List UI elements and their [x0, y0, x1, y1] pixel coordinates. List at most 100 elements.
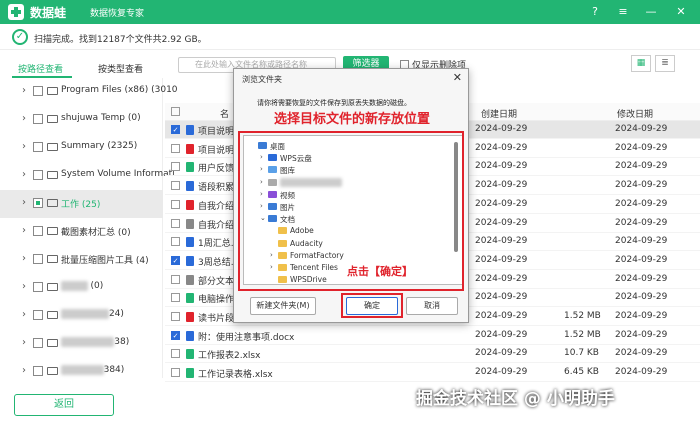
- file-size: 10.7 KB: [564, 348, 599, 359]
- row-checkbox[interactable]: [171, 181, 180, 191]
- tab-by-type[interactable]: 按类型查看: [98, 62, 143, 75]
- chevron-right-icon[interactable]: ›: [22, 365, 26, 376]
- chevron-right-icon[interactable]: ›: [22, 169, 26, 180]
- row-checkbox[interactable]: [171, 237, 180, 247]
- annotation-click-ok: 点击【确定】: [347, 265, 413, 278]
- column-header-name[interactable]: 名: [220, 107, 229, 120]
- sidebar-checkbox[interactable]: [33, 310, 43, 320]
- file-modified-date: 2024-09-29: [615, 254, 668, 265]
- tab-by-path[interactable]: 按路径查看: [18, 62, 63, 75]
- sidebar-checkbox[interactable]: [33, 114, 43, 124]
- sidebar-item-label: 截图素材汇总 (0): [61, 228, 131, 238]
- file-size: 1.52 MB: [564, 329, 601, 340]
- folder-icon: [47, 311, 58, 319]
- chevron-right-icon[interactable]: ›: [22, 253, 26, 264]
- chevron-right-icon[interactable]: ›: [22, 337, 26, 348]
- row-checkbox[interactable]: [171, 162, 180, 172]
- sidebar-item[interactable]: › Summary (2325): [0, 134, 163, 162]
- menu-icon[interactable]: ≡: [614, 3, 632, 21]
- file-modified-date: 2024-09-29: [615, 161, 668, 172]
- sidebar-checkbox[interactable]: [33, 86, 43, 96]
- grid-view-icon[interactable]: ▦: [631, 55, 651, 72]
- row-checkbox[interactable]: [171, 293, 180, 303]
- row-checkbox[interactable]: [171, 368, 180, 378]
- sidebar-item-label: xxxxx (0): [61, 281, 103, 291]
- dialog-close-icon[interactable]: ✕: [453, 71, 462, 84]
- column-header-created[interactable]: 创建日期: [481, 107, 517, 120]
- sidebar-checkbox[interactable]: [33, 254, 43, 264]
- table-row[interactable]: 工作记录表格.xlsx 6.45 KB 2024-09-29 2024-09-29: [165, 364, 700, 383]
- redacted-text: xxxxxxxxxx: [61, 337, 115, 347]
- sidebar-item[interactable]: › xxxxxxxxx24): [0, 302, 163, 330]
- file-created-date: 2024-09-29: [475, 142, 528, 153]
- sidebar-item[interactable]: › xxxxxxxx384): [0, 358, 163, 386]
- sidebar-item[interactable]: › Program Files (x86) (3010: [0, 78, 178, 106]
- file-created-date: 2024-09-29: [475, 217, 528, 228]
- file-icon: [186, 125, 194, 135]
- sidebar-item-label: xxxxxxxx384): [61, 365, 124, 375]
- column-header-modified[interactable]: 修改日期: [617, 107, 653, 120]
- scan-status-bar: ✓ 扫描完成。找到12187个文件共2.92 GB。: [0, 24, 700, 50]
- redacted-text: xxxxx: [61, 281, 88, 291]
- chevron-right-icon[interactable]: ›: [22, 113, 26, 124]
- chevron-right-icon[interactable]: ›: [22, 225, 26, 236]
- cancel-button[interactable]: 取消: [406, 297, 458, 315]
- close-button[interactable]: ✕: [672, 3, 690, 21]
- sidebar-item-label: 批量压缩图片工具 (4): [61, 256, 149, 266]
- row-checkbox[interactable]: [171, 218, 180, 228]
- sidebar-item[interactable]: › xxxxxxxxxx38): [0, 330, 163, 358]
- list-view-icon[interactable]: ≣: [655, 55, 675, 72]
- chevron-right-icon[interactable]: ›: [22, 141, 26, 152]
- file-icon: [186, 143, 194, 154]
- sidebar-checkbox[interactable]: [33, 142, 43, 152]
- folder-icon: [47, 87, 58, 95]
- sidebar-checkbox[interactable]: [33, 282, 43, 292]
- file-created-date: 2024-09-29: [475, 311, 528, 321]
- sidebar-checkbox[interactable]: [33, 226, 43, 236]
- sidebar-checkbox[interactable]: [33, 198, 43, 208]
- sidebar-item[interactable]: › System Volume Informati: [0, 162, 175, 190]
- sidebar-item-label: System Volume Informati: [61, 169, 175, 179]
- row-checkbox[interactable]: [171, 199, 180, 209]
- file-icon: [186, 199, 194, 210]
- row-checkbox[interactable]: ✓: [171, 255, 180, 265]
- new-folder-button[interactable]: 新建文件夹(M): [250, 297, 316, 315]
- file-created-date: 2024-09-29: [475, 367, 528, 378]
- chevron-right-icon[interactable]: ›: [22, 197, 26, 208]
- row-checkbox[interactable]: [171, 349, 180, 359]
- sidebar-checkbox[interactable]: [33, 338, 43, 348]
- sidebar-item[interactable]: › 截图素材汇总 (0): [0, 218, 163, 246]
- table-row[interactable]: ✓ 附：使用注意事项.docx 1.52 MB 2024-09-29 2024-09-2…: [165, 327, 700, 345]
- chevron-right-icon[interactable]: ›: [22, 309, 26, 320]
- chevron-right-icon[interactable]: ›: [22, 85, 26, 96]
- minimize-button[interactable]: —: [642, 3, 660, 21]
- row-checkbox[interactable]: [171, 312, 180, 321]
- title-bar: 数据蛙 数据恢复专家 ? ≡ — ✕: [0, 0, 700, 24]
- folder-icon: [47, 199, 58, 207]
- sidebar-checkbox[interactable]: [33, 366, 43, 376]
- browse-folder-dialog: 浏览文件夹 ✕ 请你将需要恢复的文件保存到原丢失数据的磁盘。 选择目标文件的新存…: [233, 68, 469, 323]
- chevron-right-icon[interactable]: ›: [22, 281, 26, 292]
- sidebar-item[interactable]: › shujuwa Temp (0): [0, 106, 163, 134]
- back-button[interactable]: 返回: [14, 394, 114, 416]
- sidebar-item[interactable]: › 批量压缩图片工具 (4): [0, 246, 163, 274]
- row-checkbox[interactable]: ✓: [171, 125, 180, 134]
- file-name: 工作报表2.xlsx: [198, 351, 261, 362]
- sidebar-item-work[interactable]: › 工作 (25): [0, 190, 163, 218]
- redacted-text: xxxxxxxx: [61, 365, 104, 375]
- annotation-select-location: 选择目标文件的新存放位置: [274, 112, 431, 127]
- row-checkbox[interactable]: [171, 274, 180, 284]
- row-checkbox[interactable]: ✓: [171, 330, 180, 340]
- help-icon[interactable]: ?: [586, 3, 604, 21]
- file-icon: [186, 349, 194, 360]
- sidebar-item[interactable]: › xxxxx (0): [0, 274, 163, 302]
- file-icon: [186, 312, 194, 322]
- ok-highlight-box: [341, 293, 403, 318]
- select-all-checkbox[interactable]: [171, 107, 180, 116]
- file-icon: [186, 368, 194, 379]
- sidebar-checkbox[interactable]: [33, 170, 43, 180]
- app-logo-icon: [8, 4, 24, 20]
- table-row[interactable]: 工作报表2.xlsx 10.7 KB 2024-09-29 2024-09-29: [165, 345, 700, 364]
- file-icon: [186, 218, 194, 229]
- row-checkbox[interactable]: [171, 143, 180, 153]
